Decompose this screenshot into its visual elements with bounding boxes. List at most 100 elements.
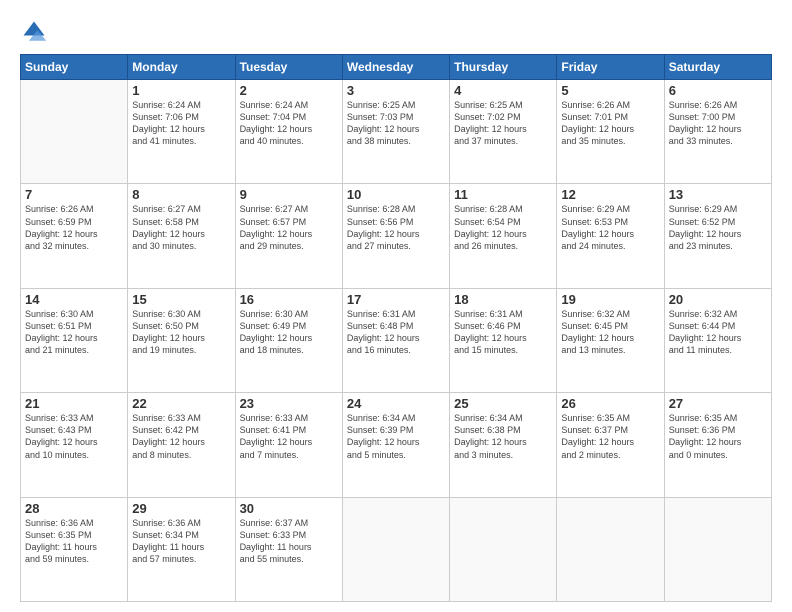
day-number: 1 [132, 83, 230, 98]
calendar-cell [664, 497, 771, 601]
cell-info: Sunrise: 6:31 AM Sunset: 6:48 PM Dayligh… [347, 308, 445, 357]
day-header-thursday: Thursday [450, 55, 557, 80]
calendar-cell: 17Sunrise: 6:31 AM Sunset: 6:48 PM Dayli… [342, 288, 449, 392]
cell-info: Sunrise: 6:27 AM Sunset: 6:57 PM Dayligh… [240, 203, 338, 252]
calendar-cell: 10Sunrise: 6:28 AM Sunset: 6:56 PM Dayli… [342, 184, 449, 288]
day-number: 2 [240, 83, 338, 98]
calendar-cell: 4Sunrise: 6:25 AM Sunset: 7:02 PM Daylig… [450, 80, 557, 184]
cell-info: Sunrise: 6:24 AM Sunset: 7:04 PM Dayligh… [240, 99, 338, 148]
day-number: 7 [25, 187, 123, 202]
day-number: 15 [132, 292, 230, 307]
day-number: 4 [454, 83, 552, 98]
day-number: 22 [132, 396, 230, 411]
cell-info: Sunrise: 6:37 AM Sunset: 6:33 PM Dayligh… [240, 517, 338, 566]
day-number: 5 [561, 83, 659, 98]
calendar-cell: 12Sunrise: 6:29 AM Sunset: 6:53 PM Dayli… [557, 184, 664, 288]
calendar-cell: 25Sunrise: 6:34 AM Sunset: 6:38 PM Dayli… [450, 393, 557, 497]
calendar-cell: 23Sunrise: 6:33 AM Sunset: 6:41 PM Dayli… [235, 393, 342, 497]
day-header-friday: Friday [557, 55, 664, 80]
day-header-tuesday: Tuesday [235, 55, 342, 80]
cell-info: Sunrise: 6:25 AM Sunset: 7:03 PM Dayligh… [347, 99, 445, 148]
cell-info: Sunrise: 6:36 AM Sunset: 6:34 PM Dayligh… [132, 517, 230, 566]
day-number: 20 [669, 292, 767, 307]
cell-info: Sunrise: 6:29 AM Sunset: 6:53 PM Dayligh… [561, 203, 659, 252]
day-number: 10 [347, 187, 445, 202]
calendar-week-2: 7Sunrise: 6:26 AM Sunset: 6:59 PM Daylig… [21, 184, 772, 288]
cell-info: Sunrise: 6:34 AM Sunset: 6:38 PM Dayligh… [454, 412, 552, 461]
day-number: 3 [347, 83, 445, 98]
day-number: 13 [669, 187, 767, 202]
calendar-cell: 13Sunrise: 6:29 AM Sunset: 6:52 PM Dayli… [664, 184, 771, 288]
day-header-saturday: Saturday [664, 55, 771, 80]
calendar-cell: 1Sunrise: 6:24 AM Sunset: 7:06 PM Daylig… [128, 80, 235, 184]
cell-info: Sunrise: 6:27 AM Sunset: 6:58 PM Dayligh… [132, 203, 230, 252]
day-number: 11 [454, 187, 552, 202]
calendar-cell: 28Sunrise: 6:36 AM Sunset: 6:35 PM Dayli… [21, 497, 128, 601]
day-number: 21 [25, 396, 123, 411]
calendar-cell: 5Sunrise: 6:26 AM Sunset: 7:01 PM Daylig… [557, 80, 664, 184]
cell-info: Sunrise: 6:33 AM Sunset: 6:41 PM Dayligh… [240, 412, 338, 461]
calendar-cell: 6Sunrise: 6:26 AM Sunset: 7:00 PM Daylig… [664, 80, 771, 184]
day-header-wednesday: Wednesday [342, 55, 449, 80]
calendar-cell [557, 497, 664, 601]
day-number: 6 [669, 83, 767, 98]
calendar-cell: 15Sunrise: 6:30 AM Sunset: 6:50 PM Dayli… [128, 288, 235, 392]
page-header [20, 18, 772, 46]
day-number: 30 [240, 501, 338, 516]
cell-info: Sunrise: 6:26 AM Sunset: 6:59 PM Dayligh… [25, 203, 123, 252]
calendar-cell: 9Sunrise: 6:27 AM Sunset: 6:57 PM Daylig… [235, 184, 342, 288]
cell-info: Sunrise: 6:31 AM Sunset: 6:46 PM Dayligh… [454, 308, 552, 357]
calendar-cell: 19Sunrise: 6:32 AM Sunset: 6:45 PM Dayli… [557, 288, 664, 392]
day-header-monday: Monday [128, 55, 235, 80]
calendar-body: 1Sunrise: 6:24 AM Sunset: 7:06 PM Daylig… [21, 80, 772, 602]
cell-info: Sunrise: 6:28 AM Sunset: 6:54 PM Dayligh… [454, 203, 552, 252]
cell-info: Sunrise: 6:26 AM Sunset: 7:01 PM Dayligh… [561, 99, 659, 148]
calendar-cell: 16Sunrise: 6:30 AM Sunset: 6:49 PM Dayli… [235, 288, 342, 392]
cell-info: Sunrise: 6:35 AM Sunset: 6:36 PM Dayligh… [669, 412, 767, 461]
calendar-cell [450, 497, 557, 601]
day-number: 24 [347, 396, 445, 411]
cell-info: Sunrise: 6:36 AM Sunset: 6:35 PM Dayligh… [25, 517, 123, 566]
cell-info: Sunrise: 6:26 AM Sunset: 7:00 PM Dayligh… [669, 99, 767, 148]
day-number: 16 [240, 292, 338, 307]
calendar-header-row: SundayMondayTuesdayWednesdayThursdayFrid… [21, 55, 772, 80]
calendar-cell: 14Sunrise: 6:30 AM Sunset: 6:51 PM Dayli… [21, 288, 128, 392]
logo-icon [20, 18, 48, 46]
day-number: 18 [454, 292, 552, 307]
calendar-cell: 29Sunrise: 6:36 AM Sunset: 6:34 PM Dayli… [128, 497, 235, 601]
calendar-week-4: 21Sunrise: 6:33 AM Sunset: 6:43 PM Dayli… [21, 393, 772, 497]
calendar-cell: 22Sunrise: 6:33 AM Sunset: 6:42 PM Dayli… [128, 393, 235, 497]
calendar-week-3: 14Sunrise: 6:30 AM Sunset: 6:51 PM Dayli… [21, 288, 772, 392]
calendar-cell: 30Sunrise: 6:37 AM Sunset: 6:33 PM Dayli… [235, 497, 342, 601]
calendar-week-1: 1Sunrise: 6:24 AM Sunset: 7:06 PM Daylig… [21, 80, 772, 184]
cell-info: Sunrise: 6:32 AM Sunset: 6:45 PM Dayligh… [561, 308, 659, 357]
calendar-table: SundayMondayTuesdayWednesdayThursdayFrid… [20, 54, 772, 602]
calendar-cell: 24Sunrise: 6:34 AM Sunset: 6:39 PM Dayli… [342, 393, 449, 497]
day-number: 25 [454, 396, 552, 411]
cell-info: Sunrise: 6:25 AM Sunset: 7:02 PM Dayligh… [454, 99, 552, 148]
cell-info: Sunrise: 6:34 AM Sunset: 6:39 PM Dayligh… [347, 412, 445, 461]
day-number: 26 [561, 396, 659, 411]
day-number: 9 [240, 187, 338, 202]
calendar-cell: 18Sunrise: 6:31 AM Sunset: 6:46 PM Dayli… [450, 288, 557, 392]
calendar-cell: 8Sunrise: 6:27 AM Sunset: 6:58 PM Daylig… [128, 184, 235, 288]
cell-info: Sunrise: 6:29 AM Sunset: 6:52 PM Dayligh… [669, 203, 767, 252]
logo [20, 18, 52, 46]
calendar-cell [21, 80, 128, 184]
calendar-cell: 3Sunrise: 6:25 AM Sunset: 7:03 PM Daylig… [342, 80, 449, 184]
cell-info: Sunrise: 6:30 AM Sunset: 6:50 PM Dayligh… [132, 308, 230, 357]
day-number: 28 [25, 501, 123, 516]
cell-info: Sunrise: 6:30 AM Sunset: 6:51 PM Dayligh… [25, 308, 123, 357]
cell-info: Sunrise: 6:30 AM Sunset: 6:49 PM Dayligh… [240, 308, 338, 357]
cell-info: Sunrise: 6:24 AM Sunset: 7:06 PM Dayligh… [132, 99, 230, 148]
day-number: 29 [132, 501, 230, 516]
calendar-cell: 7Sunrise: 6:26 AM Sunset: 6:59 PM Daylig… [21, 184, 128, 288]
day-number: 12 [561, 187, 659, 202]
cell-info: Sunrise: 6:35 AM Sunset: 6:37 PM Dayligh… [561, 412, 659, 461]
calendar-cell: 27Sunrise: 6:35 AM Sunset: 6:36 PM Dayli… [664, 393, 771, 497]
cell-info: Sunrise: 6:33 AM Sunset: 6:42 PM Dayligh… [132, 412, 230, 461]
day-number: 14 [25, 292, 123, 307]
day-number: 27 [669, 396, 767, 411]
cell-info: Sunrise: 6:33 AM Sunset: 6:43 PM Dayligh… [25, 412, 123, 461]
day-number: 23 [240, 396, 338, 411]
